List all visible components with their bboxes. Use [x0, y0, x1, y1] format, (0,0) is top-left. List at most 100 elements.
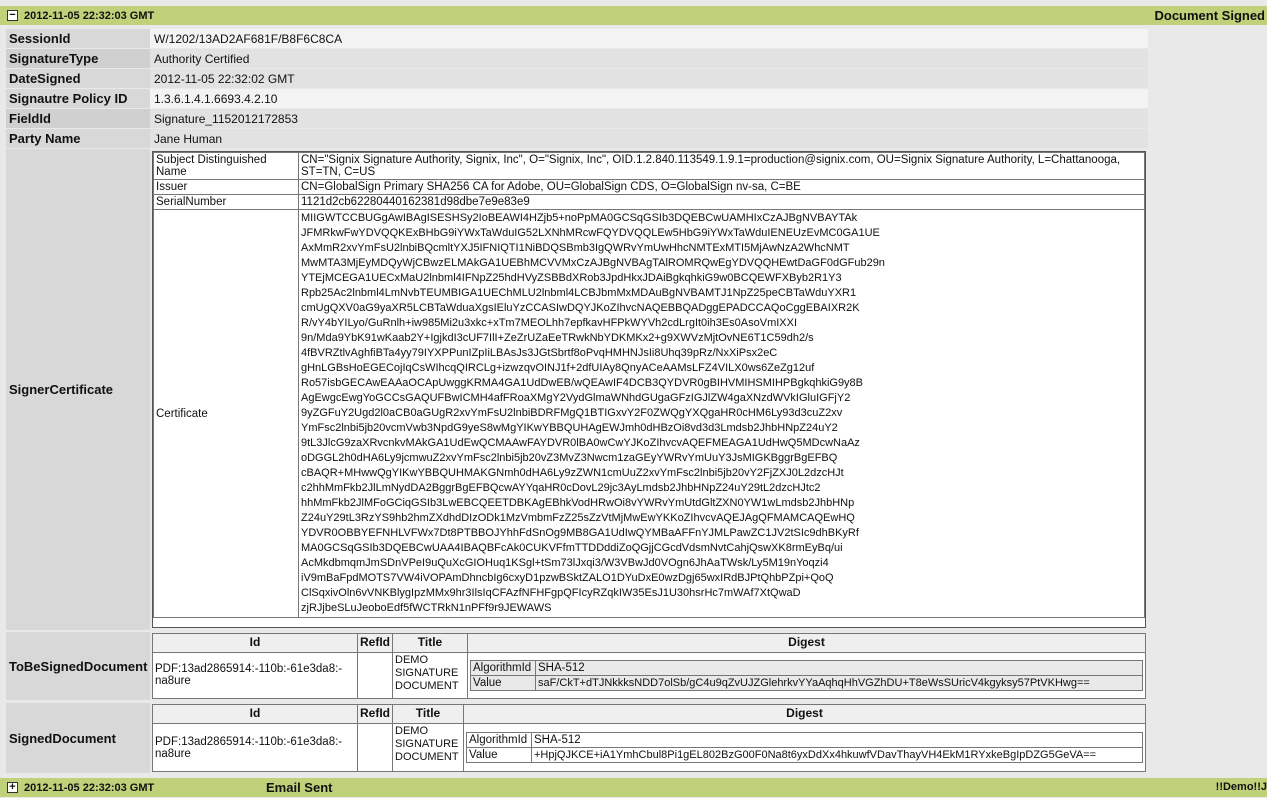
field-row-fieldid: FieldId Signature_1152012172853	[6, 109, 1148, 128]
field-row-party-name: Party Name Jane Human	[6, 129, 1148, 148]
serial-value: 1121d2cb62280440162381d98dbe7e9e83e9	[298, 194, 1145, 210]
event-bar-document-signed[interactable]: − 2012-11-05 22:32:03 GMT Document Signe…	[0, 6, 1267, 25]
field-row-signed-document: SignedDocument Id RefId Title Digest PDF…	[6, 703, 1148, 773]
certificate-label: Certificate	[153, 209, 299, 618]
table-header-row: Id RefId Title Digest	[152, 633, 1146, 653]
event-timestamp: 2012-11-05 22:32:03 GMT	[24, 781, 155, 794]
event-title: Email Sent	[266, 780, 333, 795]
digest-table: AlgorithmId SHA-512 Value +HpjQJKCE+iA1Y…	[466, 732, 1143, 764]
certificate-line: 9yZGFuY2Ugd2l0aCB0aGUgR2xvYmFsU2lnbiBDRF…	[301, 407, 843, 419]
algo-label: AlgorithmId	[470, 659, 536, 676]
collapse-icon[interactable]: −	[7, 10, 18, 21]
certificate-line: c2hhMmFkb2JlLmNydDA2BggrBgEFBQcwAYYqaHR0…	[301, 482, 821, 494]
field-value: W/1202/13AD2AF681F/B8F6C8CA	[150, 29, 1148, 48]
certificate-line: Z24uY29tL3RzYS9hb2hmZXdhdDIzODk1MzVmbmFz…	[301, 512, 855, 524]
certificate-line: hhMmFkb2JlMFoGCiqGSIb3LwEBCQEETDBKAgEBhk…	[301, 497, 855, 509]
table-row: PDF:13ad2865914:-110b:-61e3da8:-na8ure D…	[152, 723, 1146, 772]
subject-value: CN="Signix Signature Authority, Signix, …	[298, 152, 1145, 180]
field-key: SignatureType	[6, 49, 150, 68]
field-key: Party Name	[6, 129, 150, 148]
field-row-datesigned: DateSigned 2012-11-05 22:32:02 GMT	[6, 69, 1148, 88]
certificate-line: 4fBVRZtlvAghfiBTa4yy79IYXPPunIZpIiLBAsJs…	[301, 347, 778, 359]
algo-label: AlgorithmId	[466, 732, 532, 749]
signed-panel: Id RefId Title Digest PDF:13ad2865914:-1…	[150, 703, 1148, 773]
field-row-signaturetype: SignatureType Authority Certified	[6, 49, 1148, 68]
event-bar-email-sent[interactable]: + 2012-11-05 22:32:03 GMT Email Sent !!D…	[0, 778, 1267, 797]
table-row: Issuer CN=GlobalSign Primary SHA256 CA f…	[153, 179, 1145, 195]
certificate-line: YTEjMCEGA1UECxMaU2lnbml4IFNpZ25hdHVyZSBB…	[301, 272, 842, 284]
table-row: PDF:13ad2865914:-110b:-61e3da8:-na8ure D…	[152, 651, 1146, 700]
certificate-line: cBAQR+MHwwQgYIKwYBBQUHMAKGNmh0dHA6Ly9zZW…	[301, 467, 844, 479]
digest-table: AlgorithmId SHA-512 Value saF/CkT+dTJNkk…	[470, 659, 1143, 691]
certificate-line: 9tL3JlcG9zaXRvcnkvMAkGA1UdEwQCMAAwFAYDVR…	[301, 437, 860, 449]
field-value: 2012-11-05 22:32:02 GMT	[150, 69, 1148, 88]
signer-certificate-table: Subject Distinguished Name CN="Signix Si…	[152, 151, 1146, 628]
field-key: SignerCertificate	[6, 149, 150, 630]
certificate-line: MA0GCSqGSIb3DQEBCwUAA4IBAQBFcAk0CUKVFfmT…	[301, 542, 843, 554]
signer-certificate-panel: Subject Distinguished Name CN="Signix Si…	[150, 149, 1148, 630]
certificate-line: AxMmR2xvYmFsU2lnbiBQcmltYXJ5IFNIQTI1NiBD…	[301, 242, 850, 254]
field-value: Jane Human	[150, 129, 1148, 148]
certificate-line: gHnLGBsHoEGECojIqCsWIhcqQIRCLg+izwzqvOIN…	[301, 362, 815, 374]
field-key: Signautre Policy ID	[6, 89, 150, 108]
table-row: Subject Distinguished Name CN="Signix Si…	[153, 152, 1145, 180]
field-value: 1.3.6.1.4.1.6693.4.2.10	[150, 89, 1148, 108]
certificate-line: ClSqxivOln6vVNKBlygIpzMMx9hr3IlsIqCFAzfN…	[301, 587, 801, 599]
certificate-line: R/vY4bYILyo/GuRnlh+iw985Mi2u3xkc+xTm7MEO…	[301, 317, 798, 329]
column-header-refid: RefId	[357, 703, 393, 725]
certificate-line: oDGGL2h0dHA6Ly9jcmwuZ2xvYmFsc2lnbi5jb20v…	[301, 452, 838, 464]
certificate-line: AcMkdbmqmJmSDnVPeI9uQuXcGIOHuq1KSgl+tSm7…	[301, 557, 829, 569]
field-row-signer-certificate: SignerCertificate Subject Distinguished …	[6, 149, 1148, 630]
field-key: SessionId	[6, 29, 150, 48]
doc-title: DEMO SIGNATURE DOCUMENT	[392, 651, 468, 700]
column-header-title: Title	[392, 703, 464, 725]
algo-value: SHA-512	[535, 659, 1143, 676]
table-row: SerialNumber 1121d2cb62280440162381d98db…	[153, 194, 1145, 210]
field-row-policy-id: Signautre Policy ID 1.3.6.1.4.1.6693.4.2…	[6, 89, 1148, 108]
field-row-sessionid: SessionId W/1202/13AD2AF681F/B8F6C8CA	[6, 29, 1148, 48]
event-right-label: !!Demo!!J	[1215, 781, 1267, 793]
value-label: Value	[470, 674, 536, 691]
table-row: Value saF/CkT+dTJNkkksNDD7olSb/gC4u9qZvU…	[470, 674, 1143, 691]
certificate-line: cmUgQXV0aG9yaXR5LCBTaWduaXgsIEluYzCCASIw…	[301, 302, 860, 314]
event-timestamp: 2012-11-05 22:32:03 GMT	[24, 9, 155, 22]
column-header-id: Id	[152, 633, 358, 653]
certificate-line: zjRJjbeSLuJeoboEdf5fWCTRkN1nPFf9r9JEWAWS	[301, 602, 552, 614]
event-bar-left: − 2012-11-05 22:32:03 GMT	[7, 6, 154, 25]
column-header-digest: Digest	[463, 703, 1146, 725]
table-row: AlgorithmId SHA-512	[470, 659, 1143, 676]
field-row-to-be-signed-document: ToBeSignedDocument Id RefId Title Digest…	[6, 632, 1148, 700]
certificate-value: MIIGWTCCBUGgAwIBAgISESHSy2IoBEAWI4HZjb5+…	[298, 209, 1145, 618]
to-be-signed-panel: Id RefId Title Digest PDF:13ad2865914:-1…	[150, 632, 1148, 700]
doc-digest: AlgorithmId SHA-512 Value saF/CkT+dTJNkk…	[467, 651, 1146, 700]
digest-value: saF/CkT+dTJNkkksNDD7olSb/gC4u9qZvUJZGleh…	[535, 674, 1143, 691]
serial-label: SerialNumber	[153, 194, 299, 210]
doc-refid	[357, 723, 393, 772]
table-row: Certificate MIIGWTCCBUGgAwIBAgISESHSy2Io…	[153, 209, 1145, 618]
table-row: Value +HpjQJKCE+iA1YmhCbul8Pi1gEL802BzG0…	[466, 747, 1143, 764]
doc-refid	[357, 651, 393, 700]
to-be-signed-table: Id RefId Title Digest PDF:13ad2865914:-1…	[152, 633, 1146, 700]
field-value: Authority Certified	[150, 49, 1148, 68]
digest-value: +HpjQJKCE+iA1YmhCbul8Pi1gEL802BzG00F0Na8…	[531, 747, 1143, 764]
certificate-line: YDVR0OBBYEFNHLVFWx7Dt8PTBBOJYhhFdSnOg9MB…	[301, 527, 859, 539]
expand-icon[interactable]: +	[7, 782, 18, 793]
field-value: Signature_1152012172853	[150, 109, 1148, 128]
field-key: FieldId	[6, 109, 150, 128]
table-header-row: Id RefId Title Digest	[152, 703, 1146, 725]
certificate-line: MwMTA3MjEyMDQyWjCBwzELMAkGA1UEBhMCVVMxCz…	[301, 257, 885, 269]
certificate-table: Subject Distinguished Name CN="Signix Si…	[153, 152, 1145, 618]
field-key: DateSigned	[6, 69, 150, 88]
certificate-line: YmFsc2lnbi5jb20vcmVwb3NpdG9yeS8wMgYIKwYB…	[301, 422, 838, 434]
certificate-line: JFMRkwFwYDVQQKExBHbG9iYWxTaWduIG52LXNhMR…	[301, 227, 880, 239]
certificate-line: iV9mBaFpdMOTS7VW4iVOPAmDhncbIg6cxyD1pzwB…	[301, 572, 834, 584]
doc-digest: AlgorithmId SHA-512 Value +HpjQJKCE+iA1Y…	[463, 723, 1146, 772]
field-key: ToBeSignedDocument	[6, 632, 150, 700]
signed-table: Id RefId Title Digest PDF:13ad2865914:-1…	[152, 703, 1146, 772]
doc-id: PDF:13ad2865914:-110b:-61e3da8:-na8ure	[152, 651, 358, 700]
certificate-line: Rpb25Ac2lnbml4LmNvbTEUMBIGA1UEChMLU2lnbm…	[301, 287, 857, 299]
value-label: Value	[466, 747, 532, 764]
subject-label: Subject Distinguished Name	[153, 152, 299, 180]
event-bar-left: + 2012-11-05 22:32:03 GMT	[7, 778, 154, 797]
column-header-digest: Digest	[467, 633, 1146, 653]
